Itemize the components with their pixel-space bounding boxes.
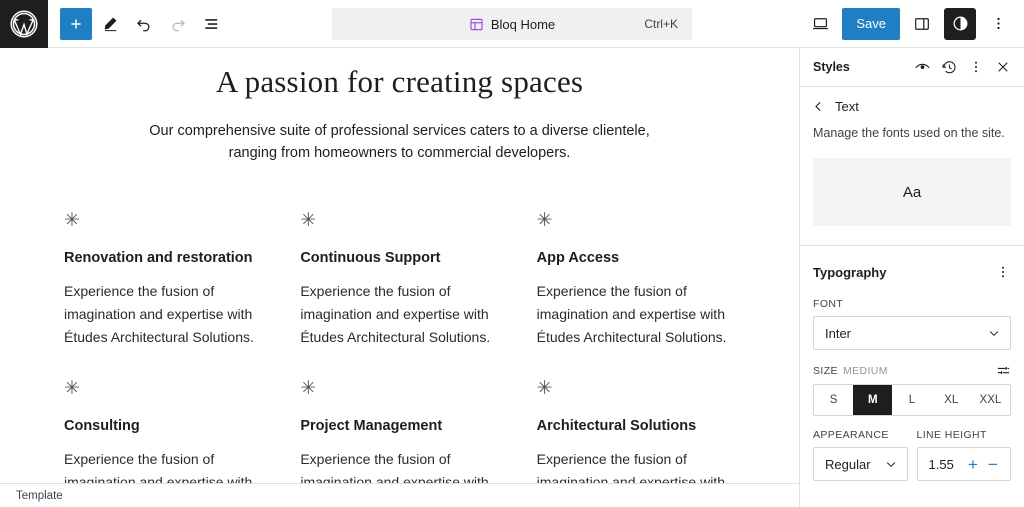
service-card[interactable]: ✳ Continuous Support Experience the fusi… xyxy=(300,211,498,349)
service-card-title: Project Management xyxy=(300,418,498,434)
top-bar-right-tools: Save xyxy=(804,8,1024,40)
size-current-value: MEDIUM xyxy=(843,365,888,377)
pencil-icon[interactable] xyxy=(94,8,126,40)
line-height-decrement-button[interactable]: − xyxy=(983,452,1003,476)
font-select[interactable]: Inter xyxy=(813,316,1011,350)
size-label-text: SIZE xyxy=(813,365,838,377)
chevron-left-icon[interactable] xyxy=(811,99,826,114)
font-preview-text: Aa xyxy=(903,184,921,201)
service-card[interactable]: ✳ App Access Experience the fusion of im… xyxy=(537,211,735,349)
styles-header-actions xyxy=(909,54,1016,80)
styles-section-description: Manage the fonts used on the site. xyxy=(800,118,1024,142)
asterisk-icon: ✳ xyxy=(64,211,262,230)
command-bar[interactable]: Bloq Home Ctrl+K xyxy=(332,8,692,40)
appearance-field: APPEARANCE Regular xyxy=(813,429,908,481)
wordpress-logo-icon[interactable] xyxy=(0,0,48,48)
more-vertical-icon[interactable] xyxy=(990,259,1016,285)
list-view-icon[interactable] xyxy=(196,8,228,40)
chevron-down-icon xyxy=(987,326,1001,340)
line-height-increment-button[interactable]: + xyxy=(963,452,983,476)
service-card-text: Experience the fusion of imagination and… xyxy=(537,280,735,349)
styles-panel-header: Styles xyxy=(800,48,1024,87)
service-card-title: Architectural Solutions xyxy=(537,418,735,434)
template-content: A passion for creating spaces Our compre… xyxy=(0,64,799,507)
service-card-title: Renovation and restoration xyxy=(64,250,262,266)
undo-icon[interactable] xyxy=(128,8,160,40)
more-vertical-icon[interactable] xyxy=(982,8,1014,40)
asterisk-icon: ✳ xyxy=(537,211,735,230)
styles-sidebar: Styles xyxy=(800,48,1024,507)
service-card-text: Experience the fusion of imagination and… xyxy=(300,280,498,349)
editor-canvas[interactable]: A passion for creating spaces Our compre… xyxy=(0,48,800,507)
editor-top-bar: Bloq Home Ctrl+K Save xyxy=(0,0,1024,48)
history-clock-icon[interactable] xyxy=(936,54,962,80)
add-block-button[interactable] xyxy=(60,8,92,40)
document-type-label: Template xyxy=(16,490,63,502)
size-option-xxl[interactable]: XXL xyxy=(971,385,1010,415)
save-button[interactable]: Save xyxy=(842,8,900,40)
editor-body: A passion for creating spaces Our compre… xyxy=(0,48,1024,507)
service-card-text: Experience the fusion of imagination and… xyxy=(64,280,262,349)
redo-icon[interactable] xyxy=(162,8,194,40)
document-status-bar: Template xyxy=(0,483,800,507)
close-icon[interactable] xyxy=(990,54,1016,80)
wordpress-site-editor: Bloq Home Ctrl+K Save xyxy=(0,0,1024,507)
sidebar-toggle-icon[interactable] xyxy=(906,8,938,40)
size-option-l[interactable]: L xyxy=(892,385,931,415)
size-option-s[interactable]: S xyxy=(814,385,853,415)
styles-breadcrumb-nav[interactable]: Text xyxy=(800,87,1024,118)
command-bar-shortcut: Ctrl+K xyxy=(644,17,678,31)
typography-section-header: Typography xyxy=(800,246,1024,285)
line-height-label: LINE HEIGHT xyxy=(917,429,1012,441)
services-grid: ✳ Renovation and restoration Experience … xyxy=(64,211,735,507)
size-option-m[interactable]: M xyxy=(853,385,892,415)
chevron-down-icon xyxy=(884,457,898,471)
appearance-select[interactable]: Regular xyxy=(813,447,908,481)
page-intro-paragraph[interactable]: Our comprehensive suite of professional … xyxy=(140,120,660,165)
line-height-value: 1.55 xyxy=(929,457,954,472)
top-bar-left-tools xyxy=(48,8,228,40)
asterisk-icon: ✳ xyxy=(300,379,498,398)
line-height-field: LINE HEIGHT 1.55 + − xyxy=(917,429,1012,481)
font-select-value: Inter xyxy=(825,326,851,341)
service-card-title: App Access xyxy=(537,250,735,266)
font-field-label: FONT xyxy=(813,298,1011,310)
more-vertical-icon[interactable] xyxy=(963,54,989,80)
line-height-stepper[interactable]: 1.55 + − xyxy=(917,447,1012,481)
size-field-label: SIZE MEDIUM xyxy=(813,363,1011,378)
asterisk-icon: ✳ xyxy=(537,379,735,398)
contrast-circle-icon[interactable] xyxy=(944,8,976,40)
sliders-icon[interactable] xyxy=(996,363,1011,378)
appearance-value: Regular xyxy=(825,457,871,472)
appearance-line-height-row: APPEARANCE Regular LINE HEIGHT 1.55 xyxy=(800,429,1024,481)
command-bar-content: Bloq Home xyxy=(469,17,555,32)
service-card-title: Consulting xyxy=(64,418,262,434)
styles-panel-title: Styles xyxy=(813,60,850,74)
page-title[interactable]: A passion for creating spaces xyxy=(64,64,735,100)
laptop-icon[interactable] xyxy=(804,8,836,40)
font-field: FONT Inter xyxy=(800,298,1024,350)
typography-title: Typography xyxy=(813,265,886,280)
size-field: SIZE MEDIUM S M L XL XXL xyxy=(800,363,1024,416)
font-preview-swatch[interactable]: Aa xyxy=(813,158,1011,226)
font-size-segmented-control[interactable]: S M L XL XXL xyxy=(813,384,1011,416)
asterisk-icon: ✳ xyxy=(64,379,262,398)
service-card-title: Continuous Support xyxy=(300,250,498,266)
asterisk-icon: ✳ xyxy=(300,211,498,230)
command-bar-title: Bloq Home xyxy=(491,17,555,32)
service-card[interactable]: ✳ Renovation and restoration Experience … xyxy=(64,211,262,349)
template-icon xyxy=(469,17,484,32)
eye-icon[interactable] xyxy=(909,54,935,80)
appearance-label: APPEARANCE xyxy=(813,429,908,441)
styles-section-label: Text xyxy=(835,99,859,114)
size-option-xl[interactable]: XL xyxy=(932,385,971,415)
